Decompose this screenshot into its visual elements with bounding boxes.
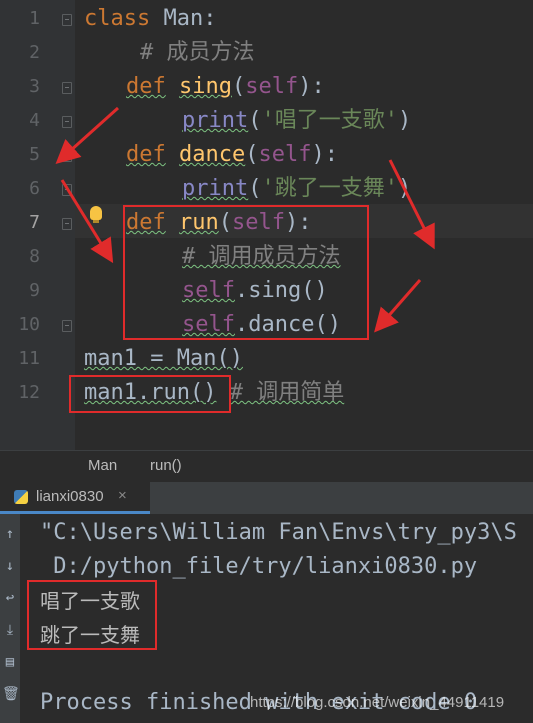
tab-label: lianxi0830: [36, 488, 104, 505]
code-line-2: # 成员方法: [140, 40, 255, 65]
scroll-to-end-icon[interactable]: ⤓: [2, 622, 18, 638]
code-line-6: print('跳了一支舞'): [182, 176, 412, 201]
code-line-4: print('唱了一支歌'): [182, 108, 412, 133]
code-line-5: def dance(self):: [126, 142, 338, 167]
line-number: 9: [29, 280, 40, 301]
line-number: 3: [29, 76, 40, 97]
close-icon[interactable]: ×: [118, 487, 127, 504]
line-number: 2: [29, 42, 40, 63]
lightbulb-icon[interactable]: [90, 206, 102, 223]
fold-marker-icon[interactable]: [62, 116, 72, 128]
console-output[interactable]: "C:\Users\William Fan\Envs\try_py3\S D:/…: [20, 514, 533, 723]
console-line-command: "C:\Users\William Fan\Envs\try_py3\S: [40, 520, 517, 545]
annotation-box-output: [27, 580, 157, 650]
arrow-up-icon[interactable]: ↑: [2, 526, 18, 542]
code-line-3: def sing(self):: [126, 74, 325, 99]
fold-marker-icon[interactable]: [62, 218, 72, 230]
line-number: 10: [18, 314, 40, 335]
line-number: 7: [29, 212, 40, 233]
line-number: 12: [18, 382, 40, 403]
watermark: https://blog.csdn.net/weixin_44911419: [250, 694, 505, 711]
breadcrumb-method[interactable]: run(): [150, 457, 182, 474]
arrow-down-icon[interactable]: ↓: [2, 558, 18, 574]
line-number: 11: [18, 348, 40, 369]
trash-icon[interactable]: 🗑: [2, 686, 20, 702]
line-number: 4: [29, 110, 40, 131]
run-toolbar: ↑ ↓ ↩ ⤓ ▤ 🗑: [0, 514, 20, 723]
fold-marker-icon[interactable]: [62, 82, 72, 94]
code-editor[interactable]: 1 2 3 4 5 6 7 8 9 10 11 12 class Man: # …: [0, 0, 533, 450]
breadcrumb: Man run(): [0, 450, 533, 482]
python-icon: [14, 490, 28, 504]
soft-wrap-icon[interactable]: ↩: [2, 590, 18, 606]
code-line-1: class Man:: [84, 6, 217, 31]
annotation-box-run-call: [69, 375, 231, 413]
line-number: 1: [29, 8, 40, 29]
fold-marker-icon[interactable]: [62, 320, 72, 332]
fold-marker-icon[interactable]: [62, 14, 72, 26]
code-line-11: man1 = Man(): [84, 346, 243, 371]
tab-lianxi0830[interactable]: lianxi0830 ×: [0, 482, 150, 514]
console-line-script[interactable]: D:/python_file/try/lianxi0830.py: [40, 550, 477, 584]
line-number: 8: [29, 246, 40, 267]
line-number: 5: [29, 144, 40, 165]
annotation-box-run-method: [123, 205, 369, 340]
line-number: 6: [29, 178, 40, 199]
fold-marker-icon[interactable]: [62, 150, 72, 162]
breadcrumb-class[interactable]: Man: [88, 457, 117, 474]
run-tool-window-header: lianxi0830 ×: [0, 482, 533, 514]
fold-marker-icon[interactable]: [62, 184, 72, 196]
print-icon[interactable]: ▤: [2, 654, 18, 670]
